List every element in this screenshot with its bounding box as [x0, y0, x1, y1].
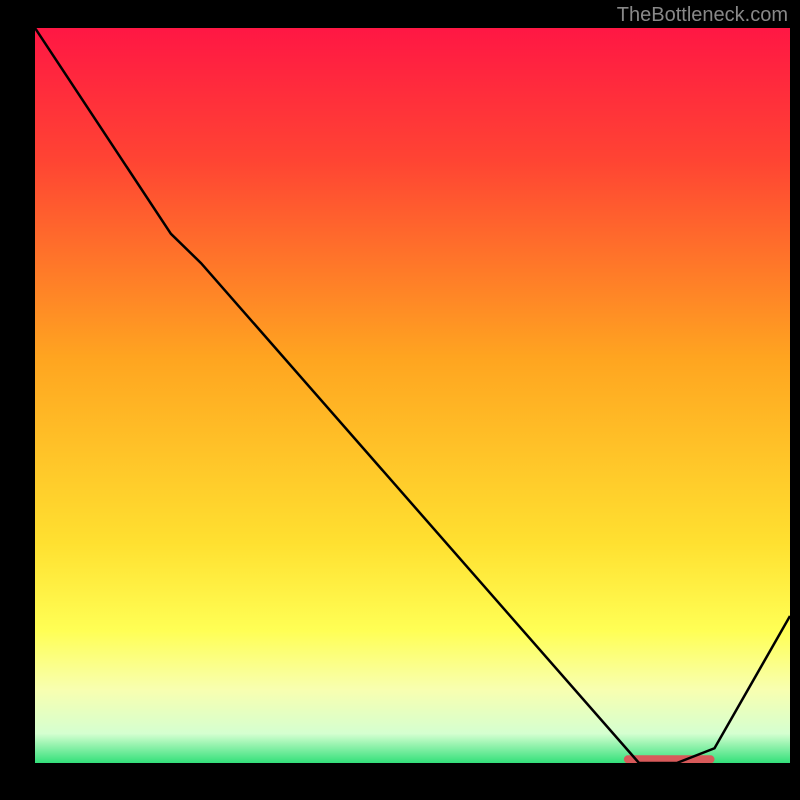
bottleneck-chart: [35, 28, 790, 763]
watermark-text: TheBottleneck.com: [617, 4, 788, 27]
chart-background: [35, 28, 790, 763]
chart-svg: [35, 28, 790, 763]
